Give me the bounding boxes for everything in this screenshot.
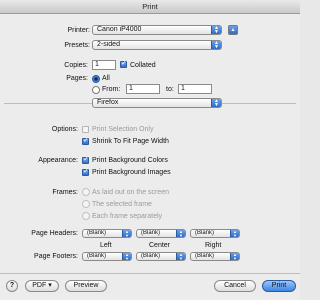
page-footers-label: Page Footers: [34,253,78,260]
pdf-menu-button[interactable]: PDF ▾ [25,280,59,292]
collated-label: Collated [130,62,156,69]
updown-arrows-icon: ▲ ▼ [122,230,131,237]
print-bg-colors-checkbox[interactable] [82,155,89,164]
pages-all-radio[interactable] [92,75,100,83]
footer-left-value: (Blank) [87,253,107,259]
pages-all-label: All [102,75,110,82]
header-left-value: (Blank) [87,230,107,236]
header-center-select[interactable]: (Blank) ▲ ▼ [136,229,186,238]
updown-arrows-icon: ▲ ▼ [230,253,239,260]
presets-label: Presets: [64,42,90,49]
preview-button[interactable]: Preview [65,280,107,292]
pages-to-label: to: [166,86,174,93]
column-right-label: Right [205,242,222,249]
footer-center-select[interactable]: (Blank) ▲ ▼ [136,252,186,261]
printer-value: Canon iP4000 [97,26,142,33]
page-headers-label: Page Headers: [31,230,78,237]
disclosure-toggle-button[interactable]: ▲ [228,25,238,35]
updown-arrows-icon: ▲ ▼ [176,253,185,260]
help-icon[interactable]: ? [6,280,18,292]
copies-input[interactable]: 1 [92,60,116,70]
frames-each-label: Each frame separately [92,213,163,220]
header-center-value: (Blank) [141,230,161,236]
frames-as-laid-out-radio[interactable] [82,188,90,196]
presets-value: 2-sided [97,41,120,48]
frames-as-laid-out-label: As laid out on the screen [92,189,170,196]
frames-each-radio[interactable] [82,212,90,220]
print-bg-images-label: Print Background Images [92,169,171,176]
options-label: Options: [51,126,78,133]
pages-label: Pages: [66,75,88,82]
pages-from-radio[interactable] [92,86,100,94]
print-dialog: Printer: Canon iP4000 ▲ ▼ ▲ Presets: 2-si… [0,14,300,300]
print-selection-only-checkbox[interactable] [82,126,89,133]
frames-label: Frames: [52,189,78,196]
print-bg-images-checkbox[interactable] [82,167,89,176]
shrink-to-fit-checkbox[interactable] [82,136,89,145]
collated-checkbox[interactable] [120,59,127,68]
printer-select[interactable]: Canon iP4000 ▲ ▼ [92,25,222,35]
copies-label: Copies: [64,62,88,69]
footer-right-value: (Blank) [195,253,215,259]
bottom-divider [0,273,300,274]
section-select[interactable]: Firefox ▲ ▼ [92,98,222,108]
updown-arrows-icon: ▲ ▼ [211,99,221,107]
header-right-select[interactable]: (Blank) ▲ ▼ [190,229,240,238]
column-center-label: Center [149,242,171,249]
frames-selected-label: The selected frame [92,201,152,208]
header-left-select[interactable]: (Blank) ▲ ▼ [82,229,132,238]
updown-arrows-icon: ▲ ▼ [211,26,221,34]
footer-center-value: (Blank) [141,253,161,259]
shrink-to-fit-label: Shrink To Fit Page Width [92,138,169,145]
cancel-button[interactable]: Cancel [214,280,256,292]
print-bg-colors-label: Print Background Colors [92,157,168,164]
print-button[interactable]: Print [262,280,296,292]
footer-left-select[interactable]: (Blank) ▲ ▼ [82,252,132,261]
pages-from-label: From: [102,86,121,93]
header-right-value: (Blank) [195,230,215,236]
printer-label: Printer: [67,27,90,34]
section-value: Firefox [97,99,119,106]
column-left-label: Left [100,242,112,249]
print-selection-only-label: Print Selection Only [92,126,154,133]
updown-arrows-icon: ▲ ▼ [176,230,185,237]
frames-selected-radio[interactable] [82,200,90,208]
updown-arrows-icon: ▲ ▼ [211,41,221,49]
pages-from-input[interactable]: 1 [126,84,160,94]
footer-right-select[interactable]: (Blank) ▲ ▼ [190,252,240,261]
updown-arrows-icon: ▲ ▼ [122,253,131,260]
updown-arrows-icon: ▲ ▼ [230,230,239,237]
presets-select[interactable]: 2-sided ▲ ▼ [92,40,222,50]
pages-to-input[interactable]: 1 [178,84,212,94]
window-title: Print [0,0,300,14]
appearance-label: Appearance: [38,157,78,164]
